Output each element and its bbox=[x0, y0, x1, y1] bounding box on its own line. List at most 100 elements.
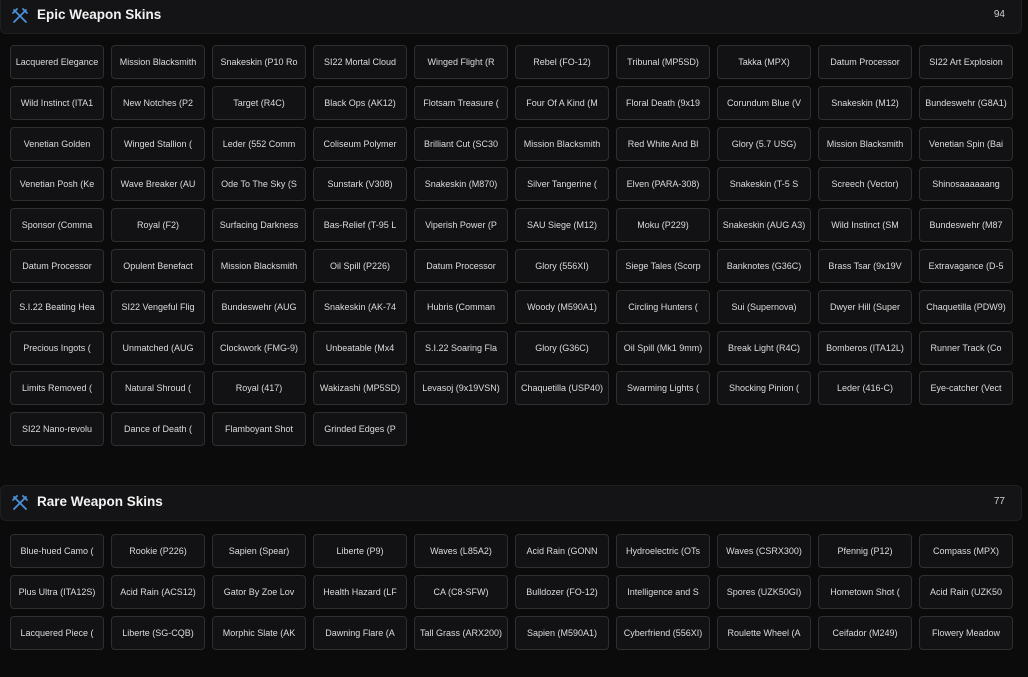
skin-tile[interactable]: Chaquetilla (PDW9) bbox=[919, 289, 1013, 324]
skin-tile[interactable]: Opulent Benefact bbox=[111, 248, 205, 283]
skin-tile[interactable]: Datum Processor bbox=[414, 248, 508, 283]
skin-tile[interactable]: Cyberfriend (556XI) bbox=[616, 615, 710, 650]
skin-tile[interactable]: Levasoj (9x19VSN) bbox=[414, 371, 508, 406]
skin-tile[interactable]: Screech (Vector) bbox=[818, 167, 912, 202]
skin-tile[interactable]: Leder (416-C) bbox=[818, 371, 912, 406]
skin-tile[interactable]: Sapien (Spear) bbox=[212, 534, 306, 568]
skin-tile[interactable]: Hubris (Comman bbox=[414, 289, 508, 324]
skin-tile[interactable]: Sponsor (Comma bbox=[10, 208, 104, 243]
skin-tile[interactable]: Unbeatable (Mx4 bbox=[313, 330, 407, 365]
skin-tile[interactable]: Brass Tsar (9x19V bbox=[818, 248, 912, 283]
skin-tile[interactable]: Royal (417) bbox=[212, 371, 306, 406]
skin-tile[interactable]: New Notches (P2 bbox=[111, 85, 205, 120]
skin-tile[interactable]: Brilliant Cut (SC30 bbox=[414, 126, 508, 161]
skin-tile[interactable]: SI22 Mortal Cloud bbox=[313, 45, 407, 79]
skin-tile[interactable]: Acid Rain (GONN bbox=[515, 534, 609, 568]
skin-tile[interactable]: Snakeskin (T-5 S bbox=[717, 167, 811, 202]
skin-tile[interactable]: Woody (M590A1) bbox=[515, 289, 609, 324]
skin-tile[interactable]: Venetian Spin (Bai bbox=[919, 126, 1013, 161]
skin-tile[interactable]: Sui (Supernova) bbox=[717, 289, 811, 324]
skin-tile[interactable]: Snakeskin (AUG A3) bbox=[717, 208, 811, 243]
skin-tile[interactable]: Flamboyant Shot bbox=[212, 412, 306, 447]
skin-tile[interactable]: Banknotes (G36C) bbox=[717, 248, 811, 283]
skin-tile[interactable]: Spores (UZK50GI) bbox=[717, 574, 811, 609]
skin-tile[interactable]: Takka (MPX) bbox=[717, 45, 811, 79]
skin-tile[interactable]: Tall Grass (ARX200) bbox=[414, 615, 508, 650]
skin-tile[interactable]: Acid Rain (UZK50 bbox=[919, 574, 1013, 609]
skin-tile[interactable]: Glory (5.7 USG) bbox=[717, 126, 811, 161]
skin-tile[interactable]: Corundum Blue (V bbox=[717, 85, 811, 120]
skin-tile[interactable]: Mission Blacksmith bbox=[212, 248, 306, 283]
skin-tile[interactable]: Mission Blacksmith bbox=[515, 126, 609, 161]
skin-tile[interactable]: Clockwork (FMG-9) bbox=[212, 330, 306, 365]
skin-tile[interactable]: Hometown Shot ( bbox=[818, 574, 912, 609]
skin-tile[interactable]: Morphic Slate (AK bbox=[212, 615, 306, 650]
skin-tile[interactable]: Intelligence and S bbox=[616, 574, 710, 609]
skin-tile[interactable]: Bundeswehr (M87 bbox=[919, 208, 1013, 243]
skin-tile[interactable]: Precious Ingots ( bbox=[10, 330, 104, 365]
skin-tile[interactable]: Shinosaaaaaang bbox=[919, 167, 1013, 202]
skin-tile[interactable]: Dawning Flare (A bbox=[313, 615, 407, 650]
skin-tile[interactable]: Snakeskin (P10 Ro bbox=[212, 45, 306, 79]
skin-tile[interactable]: Silver Tangerine ( bbox=[515, 167, 609, 202]
skin-tile[interactable]: Grinded Edges (P bbox=[313, 412, 407, 447]
skin-tile[interactable]: Lacquered Elegance bbox=[10, 45, 104, 79]
skin-tile[interactable]: Mission Blacksmith bbox=[111, 45, 205, 79]
skin-tile[interactable]: Waves (L85A2) bbox=[414, 534, 508, 568]
skin-tile[interactable]: Pfennig (P12) bbox=[818, 534, 912, 568]
skin-tile[interactable]: Mission Blacksmith bbox=[818, 126, 912, 161]
skin-tile[interactable]: Leder (552 Comm bbox=[212, 126, 306, 161]
skin-tile[interactable]: Chaquetilla (USP40) bbox=[515, 371, 609, 406]
skin-tile[interactable]: Bulldozer (FO-12) bbox=[515, 574, 609, 609]
skin-tile[interactable]: Break Light (R4C) bbox=[717, 330, 811, 365]
skin-tile[interactable]: Wave Breaker (AU bbox=[111, 167, 205, 202]
skin-tile[interactable]: Oil Spill (Mk1 9mm) bbox=[616, 330, 710, 365]
skin-tile[interactable]: SAU Siege (M12) bbox=[515, 208, 609, 243]
skin-tile[interactable]: Health Hazard (LF bbox=[313, 574, 407, 609]
skin-tile[interactable]: Bundeswehr (AUG bbox=[212, 289, 306, 324]
skin-tile[interactable]: Royal (F2) bbox=[111, 208, 205, 243]
skin-tile[interactable]: Unmatched (AUG bbox=[111, 330, 205, 365]
skin-tile[interactable]: Liberte (P9) bbox=[313, 534, 407, 568]
skin-tile[interactable]: Circling Hunters ( bbox=[616, 289, 710, 324]
skin-tile[interactable]: CA (C8-SFW) bbox=[414, 574, 508, 609]
skin-tile[interactable]: Venetian Posh (Ke bbox=[10, 167, 104, 202]
skin-tile[interactable]: Ode To The Sky (S bbox=[212, 167, 306, 202]
skin-tile[interactable]: Wild Instinct (ITA1 bbox=[10, 85, 104, 120]
skin-tile[interactable]: SI22 Vengeful Flig bbox=[111, 289, 205, 324]
skin-tile[interactable]: Flotsam Treasure ( bbox=[414, 85, 508, 120]
skin-tile[interactable]: Wild Instinct (SM bbox=[818, 208, 912, 243]
skin-tile[interactable]: Glory (G36C) bbox=[515, 330, 609, 365]
skin-tile[interactable]: Liberte (SG-CQB) bbox=[111, 615, 205, 650]
skin-tile[interactable]: Sapien (M590A1) bbox=[515, 615, 609, 650]
skin-tile[interactable]: Waves (CSRX300) bbox=[717, 534, 811, 568]
skin-tile[interactable]: Snakeskin (AK-74 bbox=[313, 289, 407, 324]
skin-tile[interactable]: Compass (MPX) bbox=[919, 534, 1013, 568]
skin-tile[interactable]: Roulette Wheel (A bbox=[717, 615, 811, 650]
skin-tile[interactable]: Rebel (FO-12) bbox=[515, 45, 609, 79]
skin-tile[interactable]: Natural Shroud ( bbox=[111, 371, 205, 406]
skin-tile[interactable]: Bundeswehr (G8A1) bbox=[919, 85, 1013, 120]
skin-tile[interactable]: Limits Removed ( bbox=[10, 371, 104, 406]
skin-tile[interactable]: Four Of A Kind (M bbox=[515, 85, 609, 120]
skin-tile[interactable]: SI22 Art Explosion bbox=[919, 45, 1013, 79]
skin-tile[interactable]: Surfacing Darkness bbox=[212, 208, 306, 243]
skin-tile[interactable]: Target (R4C) bbox=[212, 85, 306, 120]
skin-tile[interactable]: Rookie (P226) bbox=[111, 534, 205, 568]
skin-tile[interactable]: Acid Rain (ACS12) bbox=[111, 574, 205, 609]
skin-tile[interactable]: Snakeskin (M870) bbox=[414, 167, 508, 202]
skin-tile[interactable]: Dance of Death ( bbox=[111, 412, 205, 447]
skin-tile[interactable]: Bas-Relief (T-95 L bbox=[313, 208, 407, 243]
skin-tile[interactable]: Glory (556XI) bbox=[515, 248, 609, 283]
skin-tile[interactable]: Gator By Zoe Lov bbox=[212, 574, 306, 609]
skin-tile[interactable]: Wakizashi (MP5SD) bbox=[313, 371, 407, 406]
skin-tile[interactable]: Shocking Pinion ( bbox=[717, 371, 811, 406]
skin-tile[interactable]: S.I.22 Beating Hea bbox=[10, 289, 104, 324]
skin-tile[interactable]: Flowery Meadow bbox=[919, 615, 1013, 650]
skin-tile[interactable]: Hydroelectric (OTs bbox=[616, 534, 710, 568]
skin-tile[interactable]: S.I.22 Soaring Fla bbox=[414, 330, 508, 365]
skin-tile[interactable]: Oil Spill (P226) bbox=[313, 248, 407, 283]
skin-tile[interactable]: Bomberos (ITA12L) bbox=[818, 330, 912, 365]
skin-tile[interactable]: Datum Processor bbox=[818, 45, 912, 79]
skin-tile[interactable]: Lacquered Piece ( bbox=[10, 615, 104, 650]
